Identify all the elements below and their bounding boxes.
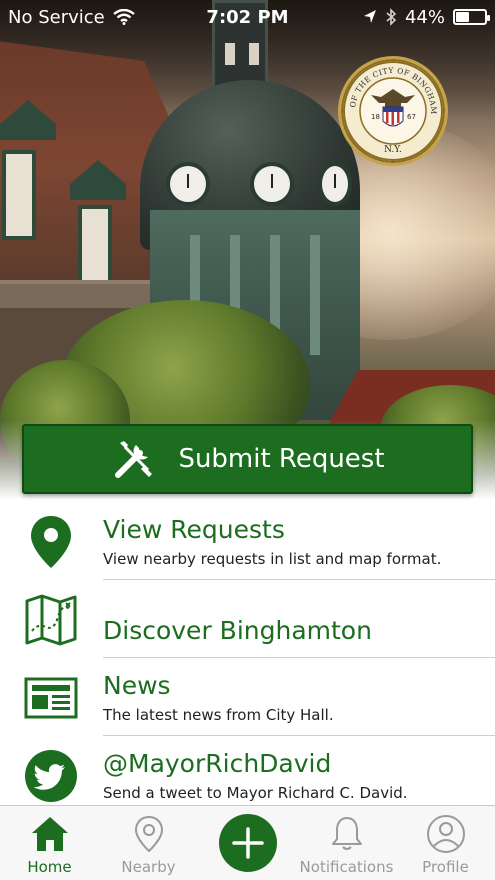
newspaper-icon	[24, 677, 78, 719]
dormer	[70, 160, 126, 200]
user-circle-icon	[426, 815, 465, 853]
tab-label: Notifications	[299, 858, 394, 876]
main-menu: View Requests View nearby requests in li…	[0, 502, 495, 814]
city-seal-graphic: SEAL OF THE CITY OF BINGHAMTON N.Y. 18 6…	[341, 59, 443, 161]
seal-year-right: 67	[407, 113, 416, 121]
menu-item-news[interactable]: News The latest news from City Hall.	[0, 658, 495, 736]
submit-request-label: Submit Request	[178, 444, 385, 474]
bell-icon	[331, 817, 362, 850]
city-seal: SEAL OF THE CITY OF BINGHAMTON N.Y. 18 6…	[338, 56, 448, 166]
map-pin-icon	[31, 516, 71, 568]
menu-subtitle: Send a tweet to Mayor Richard C. David.	[103, 784, 408, 802]
seal-text-bottom: N.Y.	[384, 145, 402, 155]
menu-item-view-requests[interactable]: View Requests View nearby requests in li…	[0, 502, 495, 580]
menu-title: View Requests	[103, 515, 285, 544]
menu-title: Discover Binghamton	[103, 616, 372, 645]
battery-icon	[453, 9, 490, 25]
clock-face	[250, 162, 294, 206]
building-window	[2, 150, 36, 240]
battery-fill	[456, 12, 470, 22]
menu-subtitle: The latest news from City Hall.	[103, 706, 334, 724]
status-bar: No Service 7:02 PM 44%	[0, 0, 495, 34]
menu-title: @MayorRichDavid	[103, 749, 332, 778]
menu-title: News	[103, 671, 171, 700]
tab-label: Home	[27, 858, 72, 876]
tab-notifications[interactable]: Notifications	[297, 806, 396, 880]
home-icon	[31, 817, 68, 851]
clock-face	[318, 162, 352, 206]
twitter-bird-icon	[25, 750, 77, 802]
clock-face	[166, 162, 210, 206]
tab-label: Nearby	[121, 858, 176, 876]
tab-bar: Home Nearby Notifications Profile	[0, 805, 495, 880]
tab-nearby[interactable]: Nearby	[99, 806, 198, 880]
tab-home[interactable]: Home	[0, 806, 99, 880]
status-time: 7:02 PM	[206, 6, 289, 28]
tab-add[interactable]	[198, 806, 297, 880]
submit-request-button[interactable]: Submit Request	[22, 424, 473, 494]
folded-map-icon	[25, 594, 77, 646]
seal-year-left: 18	[371, 113, 380, 121]
menu-item-mayor-twitter[interactable]: @MayorRichDavid Send a tweet to Mayor Ri…	[0, 736, 495, 814]
location-pin-outline-icon	[134, 815, 163, 853]
add-request-button[interactable]	[218, 814, 277, 872]
dormer	[0, 100, 56, 140]
tab-label: Profile	[422, 858, 469, 876]
menu-subtitle: View nearby requests in list and map for…	[103, 550, 442, 568]
tools-icon	[115, 441, 153, 478]
plus-icon	[231, 827, 264, 859]
tab-profile[interactable]: Profile	[396, 806, 495, 880]
menu-item-discover-binghamton[interactable]: Discover Binghamton	[0, 580, 495, 658]
